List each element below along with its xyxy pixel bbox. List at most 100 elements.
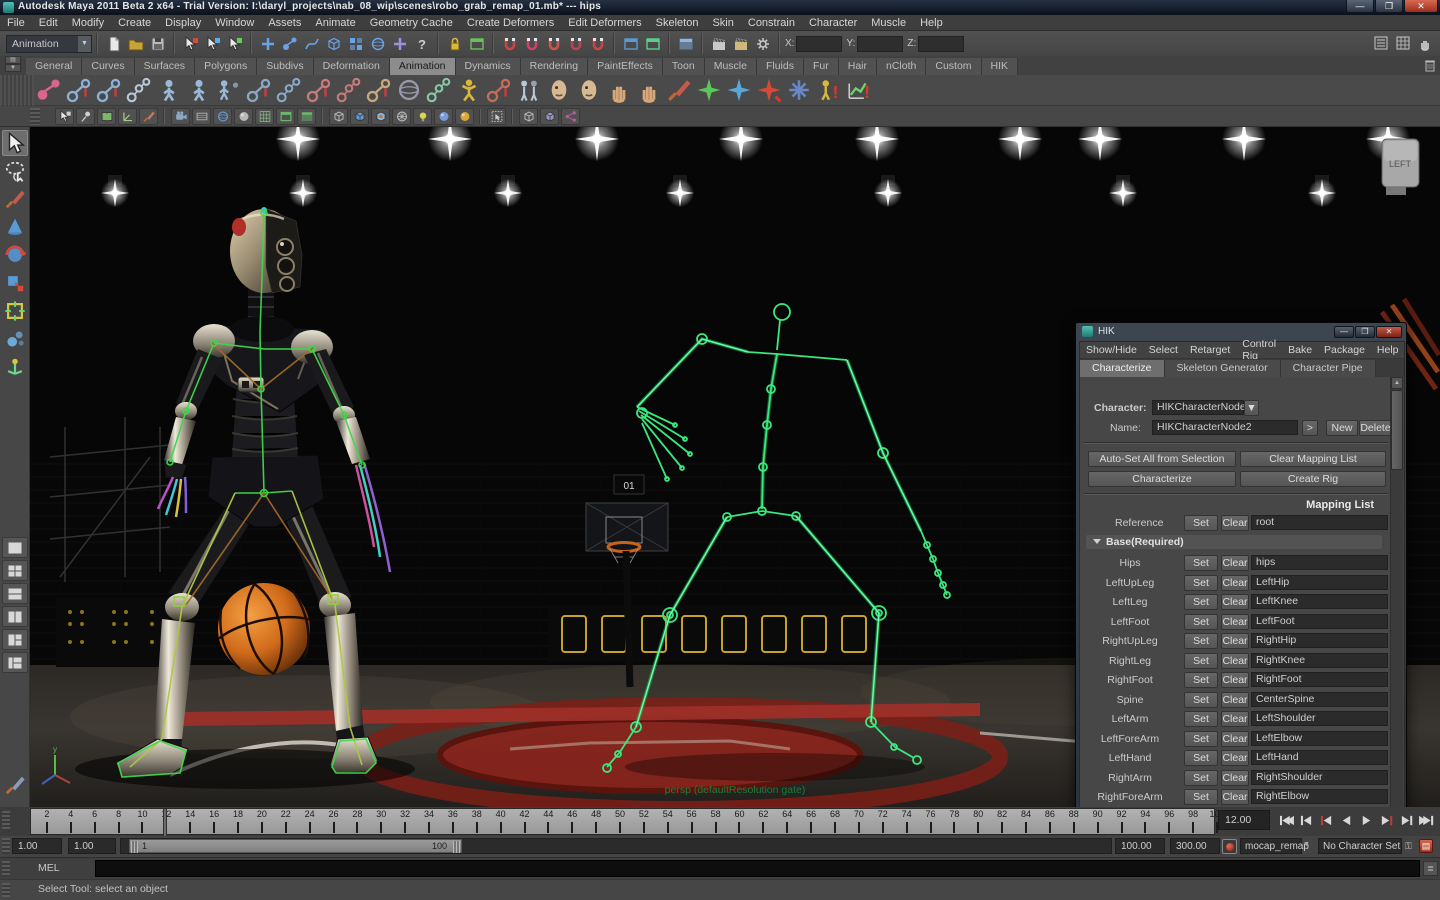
hik-menu-bake[interactable]: Bake: [1282, 344, 1318, 356]
x-input[interactable]: [796, 36, 842, 52]
script-editor-icon[interactable]: ▤: [1419, 839, 1433, 853]
character-menu-field[interactable]: No Character Set: [1318, 838, 1402, 854]
menu-modify[interactable]: Modify: [65, 17, 111, 29]
insert-joint-icon[interactable]: [125, 76, 153, 104]
current-frame-marker[interactable]: [163, 809, 167, 836]
attribute-editor-icon[interactable]: [1415, 33, 1435, 53]
mapping-value-field[interactable]: RightElbow: [1251, 789, 1388, 804]
reference-field[interactable]: root: [1251, 515, 1388, 530]
autoset-button[interactable]: Auto-Set All from Selection: [1088, 451, 1236, 467]
hik-maximize-button[interactable]: ❐: [1355, 326, 1375, 338]
clear-button[interactable]: Clear: [1221, 711, 1249, 727]
hik-vertical-scrollbar[interactable]: ▲ ▲ ▼: [1390, 377, 1403, 872]
set-button[interactable]: Set: [1184, 575, 1218, 591]
render-frame-icon[interactable]: [709, 34, 729, 54]
maximize-button[interactable]: ❐: [1375, 0, 1403, 13]
set-button[interactable]: Set: [1184, 555, 1218, 571]
range-handle-left[interactable]: [131, 841, 138, 853]
trash-icon[interactable]: [1423, 57, 1437, 73]
clear-button[interactable]: Clear: [1221, 672, 1249, 688]
skeleton-icon[interactable]: [485, 76, 513, 104]
shaded-icon[interactable]: [350, 108, 369, 125]
shelf-tab-custom[interactable]: Custom: [926, 58, 981, 75]
hik-minimize-button[interactable]: —: [1334, 326, 1354, 338]
camera-icon[interactable]: [171, 108, 190, 125]
character-set-field[interactable]: mocap_remap: [1240, 838, 1302, 854]
set-breakdown-icon[interactable]: [335, 76, 363, 104]
shelf-tab-deformation[interactable]: Deformation: [314, 58, 390, 75]
select-cursor-icon[interactable]: [55, 108, 74, 125]
hik-tab-character-pipe[interactable]: Character Pipe: [1281, 360, 1376, 377]
set-key-icon[interactable]: [305, 76, 333, 104]
render-settings-icon[interactable]: [753, 34, 773, 54]
isolate-icon[interactable]: [487, 108, 506, 125]
shelf-tab-dynamics[interactable]: Dynamics: [456, 58, 521, 75]
delete-button[interactable]: Delete: [1359, 420, 1392, 436]
menu-display[interactable]: Display: [158, 17, 208, 29]
mapping-value-field[interactable]: LeftFoot: [1251, 614, 1388, 629]
menu-help[interactable]: Help: [913, 17, 950, 29]
connect-joint-icon[interactable]: [215, 76, 243, 104]
shelf-tab-general[interactable]: General: [26, 58, 82, 75]
clear-button[interactable]: Clear: [1221, 575, 1249, 591]
mapping-value-field[interactable]: LeftShoulder: [1251, 711, 1388, 726]
gate-mask-icon[interactable]: [255, 108, 274, 125]
anim-start-field[interactable]: 1.00: [12, 838, 62, 854]
select-curve-icon[interactable]: [302, 34, 322, 54]
clear-mapping-button[interactable]: Clear Mapping List: [1240, 451, 1386, 467]
scroll-up-icon[interactable]: ▲: [1391, 377, 1403, 389]
timeline-ruler[interactable]: 2468101214161820222426283032343638404244…: [30, 808, 1215, 835]
set-button[interactable]: Set: [1184, 653, 1218, 669]
mapping-value-field[interactable]: hips: [1251, 555, 1388, 570]
hik-menu-help[interactable]: Help: [1371, 344, 1405, 356]
hik-menu-retarget[interactable]: Retarget: [1184, 344, 1236, 356]
film-gate-icon[interactable]: [213, 108, 232, 125]
menu-set-selector[interactable]: Animation▼: [6, 35, 92, 53]
step-back-key-button[interactable]: [1297, 809, 1315, 831]
mel-label[interactable]: MEL: [38, 862, 60, 874]
universal-manip-icon[interactable]: [2, 298, 28, 324]
set-button[interactable]: Set: [1184, 711, 1218, 727]
set-button[interactable]: Set: [1184, 692, 1218, 708]
orient-joint-icon[interactable]: [275, 76, 303, 104]
mapping-value-field[interactable]: LeftElbow: [1251, 731, 1388, 746]
mapping-value-field[interactable]: RightFoot: [1251, 672, 1388, 687]
hand-a-icon[interactable]: [605, 76, 633, 104]
menu-character[interactable]: Character: [802, 17, 864, 29]
z-input[interactable]: [918, 36, 964, 52]
paint-select-tool-icon[interactable]: [2, 186, 28, 212]
clear-button[interactable]: Clear: [1221, 789, 1249, 805]
snap-grid-icon[interactable]: [500, 34, 520, 54]
grid-toggle-icon[interactable]: [192, 108, 211, 125]
remove-joint-icon[interactable]: [185, 76, 213, 104]
star-blue-icon[interactable]: [725, 76, 753, 104]
auto-key-button[interactable]: [1222, 839, 1237, 854]
layout-two-side-button[interactable]: [2, 606, 28, 627]
clear-button[interactable]: Clear: [1221, 555, 1249, 571]
channel-box-icon[interactable]: [1371, 33, 1391, 53]
output-ops-icon[interactable]: [643, 34, 663, 54]
close-button[interactable]: ✕: [1404, 0, 1438, 13]
clear-button[interactable]: Clear: [1221, 750, 1249, 766]
spike-red-icon[interactable]: [755, 76, 783, 104]
mapping-value-field[interactable]: RightKnee: [1251, 653, 1388, 668]
menu-edit-deformers[interactable]: Edit Deformers: [561, 17, 648, 29]
reroot-icon[interactable]: [155, 76, 183, 104]
name-expand-button[interactable]: >: [1302, 420, 1318, 436]
shelf-tab-polygons[interactable]: Polygons: [195, 58, 257, 75]
range-handle-right[interactable]: [453, 841, 460, 853]
select-render-icon[interactable]: [390, 34, 410, 54]
shelf-tab-fur[interactable]: Fur: [804, 58, 839, 75]
move-tool-icon[interactable]: [2, 214, 28, 240]
shelf-tab-ncloth[interactable]: nCloth: [877, 58, 926, 75]
clear-button[interactable]: Clear: [1221, 653, 1249, 669]
soft-mod-tool-icon[interactable]: [2, 326, 28, 352]
joint-tool-icon[interactable]: [35, 76, 63, 104]
human-ik-icon[interactable]: [455, 76, 483, 104]
ik-fk-icon[interactable]: [395, 76, 423, 104]
name-field[interactable]: HIKCharacterNode2: [1152, 420, 1298, 435]
ipr-render-icon[interactable]: [731, 34, 751, 54]
clear-button[interactable]: Clear: [1221, 731, 1249, 747]
layer-editor-icon[interactable]: [1393, 33, 1413, 53]
select-hierarchy-icon[interactable]: [181, 34, 201, 54]
